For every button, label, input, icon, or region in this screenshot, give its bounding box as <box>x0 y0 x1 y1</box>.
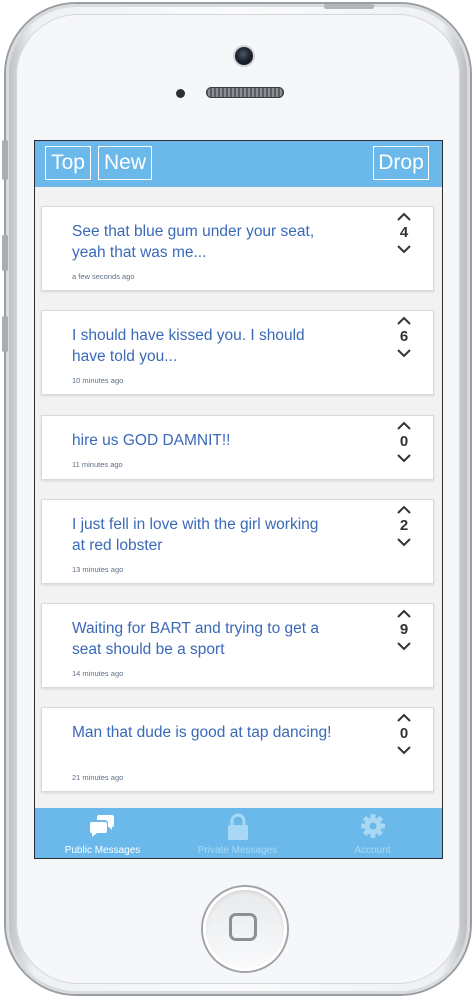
drop-button[interactable]: Drop <box>373 146 429 180</box>
message-card: I just fell in love with the girl workin… <box>41 499 434 584</box>
downvote-chevron-icon[interactable] <box>393 640 415 652</box>
vote-control: 0 <box>393 712 415 756</box>
home-button[interactable] <box>203 887 287 971</box>
tab-private-messages[interactable]: Private Messages <box>170 808 305 858</box>
vote-control: 9 <box>393 608 415 652</box>
vote-count: 2 <box>399 517 409 534</box>
downvote-chevron-icon[interactable] <box>393 744 415 756</box>
message-time: 13 minutes ago <box>72 565 124 574</box>
message-feed[interactable]: See that blue gum under your seat, yeah … <box>35 187 442 808</box>
message-text: Waiting for BART and trying to get a sea… <box>72 620 319 658</box>
vote-count: 4 <box>399 224 409 241</box>
tab-top[interactable]: Top <box>45 146 91 180</box>
message-text: I just fell in love with the girl workin… <box>72 516 319 554</box>
vote-control: 4 <box>393 211 415 255</box>
volume-up-button <box>2 235 8 271</box>
message-text: Man that dude is good at tap dancing! <box>72 724 332 741</box>
message-card: I should have kissed you. I should have … <box>41 310 434 395</box>
power-button <box>324 4 374 9</box>
downvote-chevron-icon[interactable] <box>393 347 415 359</box>
app-screen: Top New Drop See that blue gum under you… <box>35 141 442 858</box>
message-time: a few seconds ago <box>72 272 135 281</box>
vote-count: 9 <box>399 621 409 638</box>
upvote-chevron-icon[interactable] <box>393 420 415 432</box>
top-bar: Top New Drop <box>35 141 442 187</box>
vote-control: 2 <box>393 504 415 548</box>
earpiece-speaker <box>206 87 284 98</box>
tab-public-messages[interactable]: Public Messages <box>35 808 170 858</box>
downvote-chevron-icon[interactable] <box>393 243 415 255</box>
message-card: See that blue gum under your seat, yeah … <box>41 206 434 291</box>
tab-label: Account <box>354 845 391 856</box>
message-card: Waiting for BART and trying to get a sea… <box>41 603 434 688</box>
vote-count: 0 <box>399 725 409 742</box>
upvote-chevron-icon[interactable] <box>393 211 415 223</box>
vote-control: 0 <box>393 420 415 464</box>
tab-new[interactable]: New <box>98 146 152 180</box>
upvote-chevron-icon[interactable] <box>393 504 415 516</box>
tab-label: Public Messages <box>64 845 141 856</box>
chat-bubbles-icon <box>90 815 114 837</box>
bottom-tab-bar: Public Messages Private Messages Account <box>35 808 442 858</box>
upvote-chevron-icon[interactable] <box>393 315 415 327</box>
front-camera <box>235 47 253 65</box>
upvote-chevron-icon[interactable] <box>393 712 415 724</box>
message-text: hire us GOD DAMNIT!! <box>72 432 231 449</box>
message-text: See that blue gum under your seat, yeah … <box>72 223 315 261</box>
message-time: 10 minutes ago <box>72 376 124 385</box>
home-square-icon <box>229 913 257 941</box>
message-time: 21 minutes ago <box>72 773 124 782</box>
vote-control: 6 <box>393 315 415 359</box>
proximity-sensor <box>176 89 185 98</box>
message-card: Man that dude is good at tap dancing! 21… <box>41 707 434 792</box>
vote-count: 0 <box>399 433 409 450</box>
volume-down-button <box>2 316 8 352</box>
upvote-chevron-icon[interactable] <box>393 608 415 620</box>
message-text: I should have kissed you. I should have … <box>72 327 305 365</box>
downvote-chevron-icon[interactable] <box>393 536 415 548</box>
tab-label: Private Messages <box>197 845 278 856</box>
message-time: 11 minutes ago <box>72 460 123 469</box>
lock-icon <box>228 813 248 840</box>
mute-switch <box>2 140 8 180</box>
tab-account[interactable]: Account <box>305 808 440 858</box>
message-card: hire us GOD DAMNIT!! 11 minutes ago 0 <box>41 415 434 480</box>
message-time: 14 minutes ago <box>72 669 124 678</box>
downvote-chevron-icon[interactable] <box>393 452 415 464</box>
vote-count: 6 <box>399 328 409 345</box>
gear-icon <box>361 814 385 838</box>
